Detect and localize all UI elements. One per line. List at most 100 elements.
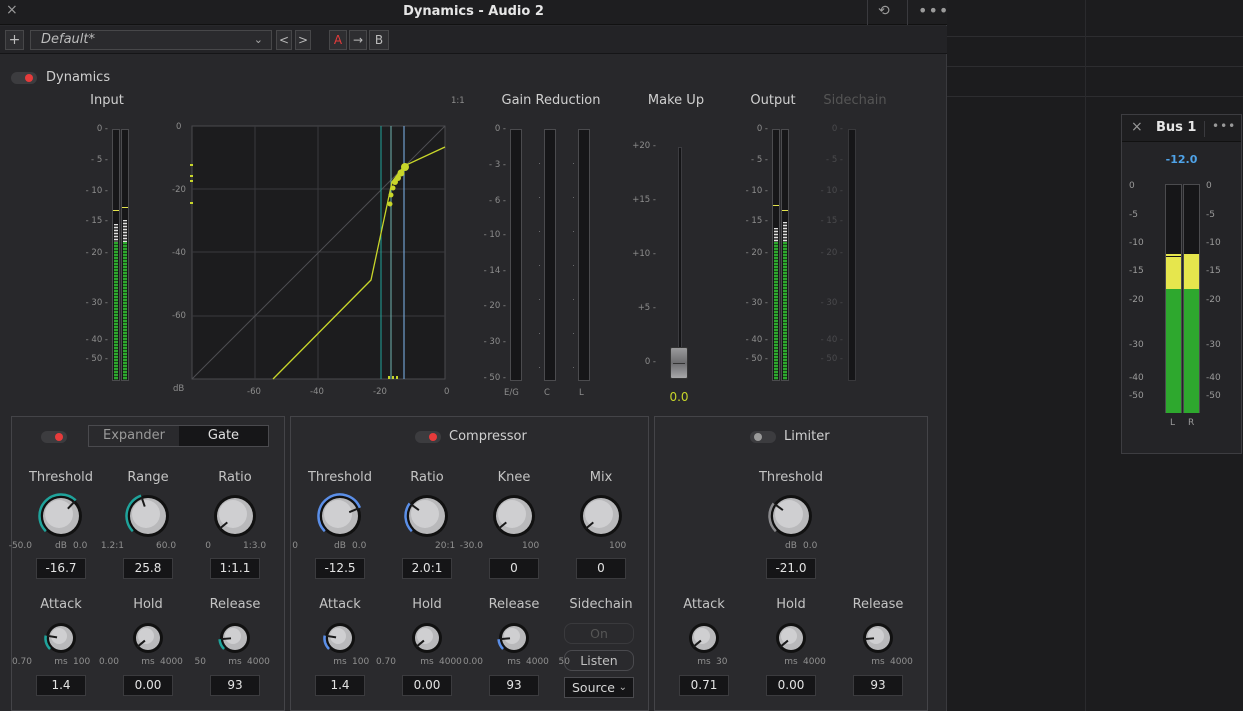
compressor-ratio-knob[interactable] (403, 492, 451, 540)
limiter-attack-value[interactable]: 0.71 (679, 675, 729, 696)
gain-reduction-meter-l (578, 129, 590, 381)
gate-threshold-knob[interactable] (37, 492, 85, 540)
bus-tick-label: 0 (1206, 181, 1212, 191)
compressor-knee-label: Knee (497, 470, 531, 485)
dynamics-toggle[interactable] (11, 72, 37, 84)
limiter-toggle[interactable] (750, 431, 776, 443)
history-icon[interactable]: ⟲ (878, 3, 890, 19)
compressor-toggle[interactable] (415, 431, 441, 443)
limiter-hold-value[interactable]: 0.00 (766, 675, 816, 696)
input-label: Input (90, 93, 124, 108)
gate-release-value[interactable]: 93 (210, 675, 260, 696)
compressor-attack-min: 0.70 (11, 657, 32, 667)
gate-attack-knob[interactable] (43, 620, 79, 656)
compressor-threshold-min: -50.0 (8, 541, 32, 551)
meter-tick-label: 0 - (494, 124, 506, 134)
compressor-threshold-knob[interactable] (316, 492, 364, 540)
more-icon[interactable]: ••• (1212, 119, 1236, 133)
next-preset-button[interactable]: > (295, 30, 311, 50)
gain-reduction-meter-c (544, 129, 556, 381)
compressor-mix-knob[interactable] (577, 492, 625, 540)
compressor-knee-value[interactable]: 0 (489, 558, 539, 579)
transfer-curve-graph[interactable] (160, 120, 455, 398)
close-icon[interactable]: × (1131, 119, 1143, 135)
more-icon[interactable]: ••• (918, 1, 949, 20)
sidechain-listen-button[interactable]: Listen (564, 650, 634, 671)
compressor-knee-max: 100 (522, 541, 540, 551)
b-compare-button[interactable]: B (369, 30, 389, 50)
gate-release-knob[interactable] (217, 620, 253, 656)
compressor-threshold-value[interactable]: -12.5 (315, 558, 365, 579)
sidechain-on-button[interactable]: On (564, 623, 634, 644)
compressor-mix-value[interactable]: 0 (576, 558, 626, 579)
limiter-hold-knob[interactable] (773, 620, 809, 656)
mode-expander-button[interactable]: Expander (89, 426, 179, 446)
gate-ratio-knob[interactable] (211, 492, 259, 540)
copy-a-to-b-button[interactable]: → (349, 30, 367, 50)
gate-release-unit: ms (228, 657, 242, 667)
compressor-release-value[interactable]: 93 (489, 675, 539, 696)
gate-threshold-unit: dB (55, 541, 67, 551)
gate-ratio-value[interactable]: 1:1.1 (210, 558, 260, 579)
makeup-fader-track[interactable] (678, 147, 682, 377)
gate-hold-value[interactable]: 0.00 (123, 675, 173, 696)
bus-tick-label: -10 (1206, 238, 1221, 248)
gate-range-value[interactable]: 25.8 (123, 558, 173, 579)
gate-threshold-value[interactable]: -16.7 (36, 558, 86, 579)
limiter-hold-label: Hold (776, 597, 806, 612)
gate-toggle[interactable] (41, 431, 67, 443)
limiter-attack-unit: ms (697, 657, 711, 667)
bus-tick-label: -5 (1206, 210, 1215, 220)
compressor-mix-label: Mix (589, 470, 613, 485)
sidechain-source-select[interactable]: Source ⌄ (564, 677, 634, 698)
meter-tick-label: - 50 - (85, 354, 108, 364)
limiter-label: Limiter (784, 429, 830, 444)
compressor-attack-knob[interactable] (322, 620, 358, 656)
meter-tick-label: +20 - (632, 141, 656, 151)
meter-tick-label: - 5 - (826, 155, 843, 165)
a-compare-button[interactable]: A (329, 30, 347, 50)
compressor-attack-value[interactable]: 1.4 (315, 675, 365, 696)
compressor-hold-knob[interactable] (409, 620, 445, 656)
mode-gate-button[interactable]: Gate (179, 426, 268, 446)
limiter-release-value[interactable]: 93 (853, 675, 903, 696)
meter-tick-label: - 20 - (483, 301, 506, 311)
graph-xtick: -60 (247, 387, 261, 397)
limiter-threshold-knob[interactable] (767, 492, 815, 540)
gate-range-knob[interactable] (124, 492, 172, 540)
gate-hold-knob[interactable] (130, 620, 166, 656)
limiter-release-knob[interactable] (860, 620, 896, 656)
gate-ratio-label: Ratio (218, 470, 252, 485)
compressor-attack-unit: ms (333, 657, 347, 667)
limiter-threshold-max: 0.0 (803, 541, 818, 551)
dynamics-window: × Dynamics - Audio 2 ⟲ ••• + Default* ⌄ … (0, 0, 949, 711)
gate-attack-value[interactable]: 1.4 (36, 675, 86, 696)
meter-tick-label: - 40 - (745, 335, 768, 345)
bus-1-meter-panel: × Bus 1 ••• -12.0 0 -5 -10 -15 -20 -30 -40 -50 … (1121, 114, 1242, 454)
limiter-release-label: Release (852, 597, 904, 612)
compressor-threshold-unit: dB (334, 541, 346, 551)
gate-range-max: 60.0 (156, 541, 177, 551)
meter-tick-label: - 15 - (745, 216, 768, 226)
limiter-release-unit: ms (871, 657, 885, 667)
graph-ytick: -40 (172, 248, 186, 258)
bus-meter-left (1165, 184, 1182, 413)
compressor-release-knob[interactable] (496, 620, 532, 656)
limiter-attack-knob[interactable] (686, 620, 722, 656)
previous-preset-button[interactable]: < (276, 30, 292, 50)
meter-tick-label: - 10 - (85, 186, 108, 196)
makeup-fader-handle[interactable] (670, 347, 688, 379)
compressor-knee-knob[interactable] (490, 492, 538, 540)
compressor-mix-max: 100 (609, 541, 627, 551)
title-bar: × Dynamics - Audio 2 ⟲ ••• (0, 0, 949, 25)
compressor-hold-min: 0.00 (98, 657, 119, 667)
preset-select[interactable]: Default* ⌄ (30, 30, 272, 50)
meter-tick-label: - 30 - (483, 337, 506, 347)
add-preset-button[interactable]: + (5, 30, 24, 50)
compressor-hold-value[interactable]: 0.00 (402, 675, 452, 696)
limiter-threshold-value[interactable]: -21.0 (766, 558, 816, 579)
graph-ytick: 0 (176, 122, 182, 132)
compressor-ratio-label: Ratio (410, 470, 444, 485)
compressor-ratio-value[interactable]: 2.0:1 (402, 558, 452, 579)
gate-range-label: Range (127, 470, 169, 485)
